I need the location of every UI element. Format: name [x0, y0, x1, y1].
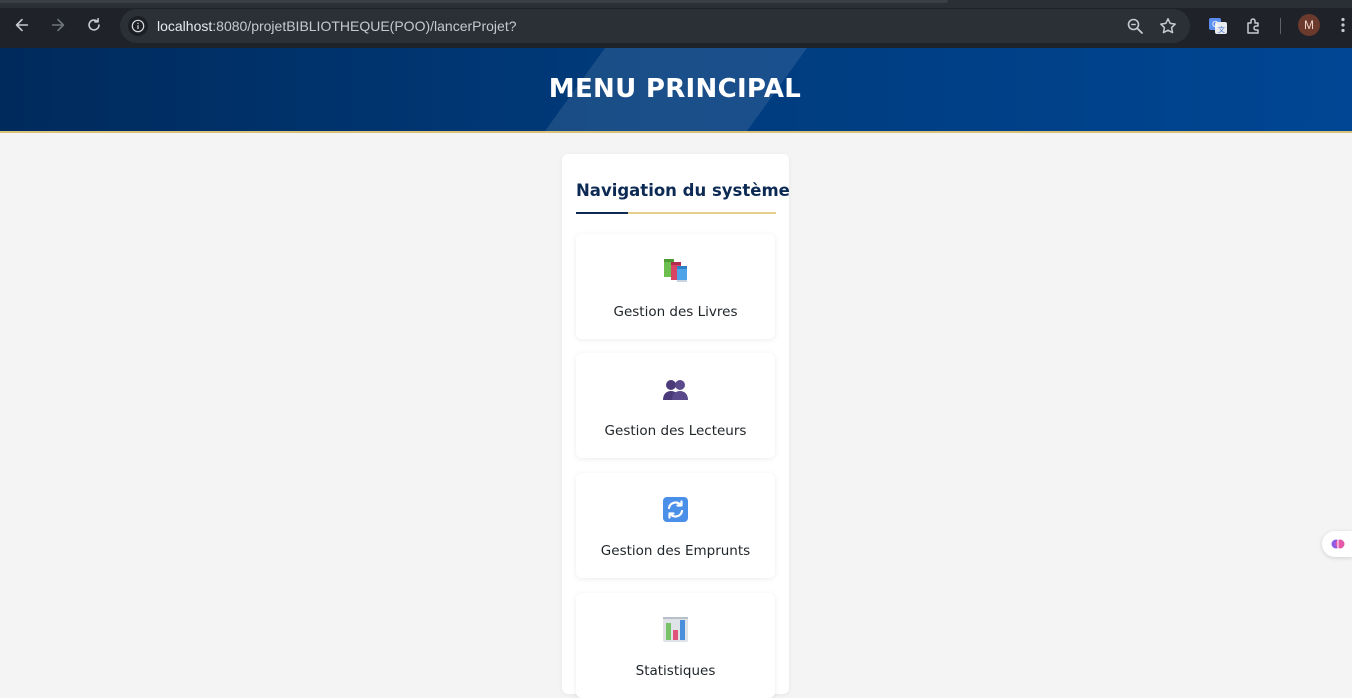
extensions-icon[interactable]: [1244, 16, 1264, 36]
forward-icon: [51, 18, 65, 32]
url-text[interactable]: localhost:8080/projetBIBLIOTHEQUE(POO)/l…: [157, 9, 517, 43]
site-info-icon[interactable]: [128, 16, 148, 36]
nav-item-readers[interactable]: Gestion des Lecteurs: [576, 353, 775, 458]
toolbar-separator: [1280, 18, 1281, 34]
menu-icon[interactable]: [1334, 16, 1352, 34]
browser-toolbar: localhost:8080/projetBIBLIOTHEQUE(POO)/l…: [0, 0, 1352, 48]
loans-icon: [663, 497, 688, 522]
reload-button[interactable]: [77, 8, 111, 42]
navigation-title: Navigation du système: [576, 181, 790, 200]
nav-item-statistics[interactable]: Statistiques: [576, 593, 775, 698]
tab-strip: [0, 0, 948, 3]
nav-item-label: Gestion des Emprunts: [600, 543, 751, 559]
books-icon: [664, 259, 687, 282]
floating-assistant-tab[interactable]: [1322, 531, 1352, 557]
nav-item-loans[interactable]: Gestion des Emprunts: [576, 473, 775, 578]
nav-item-label: Gestion des Lecteurs: [604, 423, 747, 439]
navigation-panel: Navigation du système Gestion des Livres…: [562, 154, 790, 698]
url-path: :8080/projetBIBLIOTHEQUE(POO)/lancerProj…: [212, 18, 517, 34]
back-icon: [15, 18, 29, 32]
address-bar[interactable]: localhost:8080/projetBIBLIOTHEQUE(POO)/l…: [120, 9, 1190, 43]
nav-item-label: Statistiques: [635, 663, 716, 679]
readers-icon: [663, 380, 688, 400]
nav-item-label: Gestion des Livres: [613, 304, 738, 320]
forward-button[interactable]: [41, 8, 75, 42]
reload-icon: [88, 17, 100, 31]
back-button[interactable]: [5, 8, 39, 42]
translate-icon[interactable]: G 文: [1208, 16, 1228, 36]
statistics-icon: [663, 617, 688, 642]
nav-item-books[interactable]: Gestion des Livres: [576, 234, 775, 339]
page-header: MENU PRINCIPAL: [0, 48, 1352, 133]
title-underline: [576, 212, 776, 214]
profile-avatar[interactable]: M: [1298, 14, 1320, 36]
zoom-icon[interactable]: [1126, 17, 1144, 35]
brain-icon: [1331, 539, 1345, 549]
bookmark-star-icon[interactable]: [1159, 17, 1177, 35]
svg-text:文: 文: [1218, 25, 1225, 34]
page-title: MENU PRINCIPAL: [548, 74, 802, 104]
url-host: localhost: [157, 18, 213, 34]
